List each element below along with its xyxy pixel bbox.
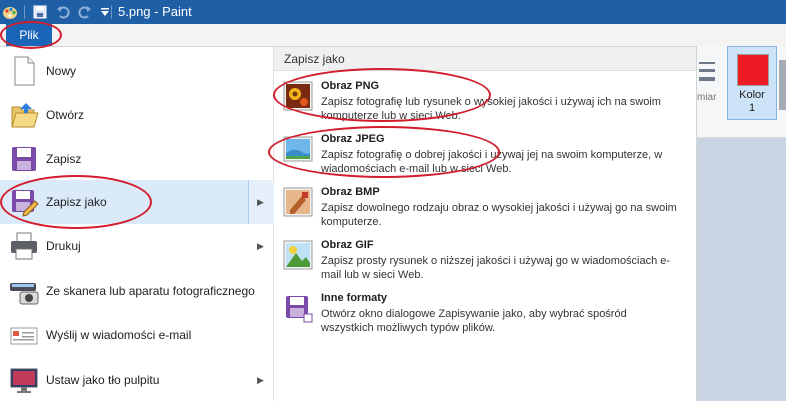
format-name: Obraz GIF xyxy=(321,239,374,251)
menu-item-label: Zapisz xyxy=(46,152,82,166)
menu-item-label: Wyślij w wiadomości e-mail xyxy=(46,328,192,342)
ribbon-tab-bar xyxy=(0,24,786,46)
menu-item-label: Ustaw jako tło pulpitu xyxy=(46,373,160,387)
format-description: Zapisz fotografię o dobrej jakości i uży… xyxy=(321,149,663,175)
email-icon xyxy=(10,327,38,345)
menu-item-print[interactable]: Drukuj ▶ xyxy=(0,224,274,268)
gif-image-icon xyxy=(283,240,313,270)
desktop-background-icon xyxy=(10,368,38,393)
format-description: Zapisz prosty rysunek o niższej jakości … xyxy=(321,255,671,281)
format-item-jpeg[interactable]: Obraz JPEG Zapisz fotografię o dobrej ja… xyxy=(274,133,696,185)
png-image-icon xyxy=(283,81,313,111)
format-description: Zapisz fotografię lub rysunek o wysokiej… xyxy=(321,96,661,122)
menu-item-save[interactable]: Zapisz xyxy=(0,137,274,181)
paint-app-icon[interactable] xyxy=(2,4,18,20)
format-name: Obraz JPEG xyxy=(321,133,385,145)
menu-item-label: Otwórz xyxy=(46,108,85,122)
submenu-arrow-icon: ▶ xyxy=(257,374,264,385)
submenu-header: Zapisz jako xyxy=(274,47,696,71)
color1-label-line1: Kolor xyxy=(739,89,765,101)
format-item-other[interactable]: Inne formaty Otwórz okno dialogowe Zapis… xyxy=(274,292,696,344)
other-formats-icon xyxy=(286,296,313,323)
format-description: Otwórz okno dialogowe Zapisywanie jako, … xyxy=(321,308,627,334)
menu-item-label: Ze skanera lub aparatu fotograficznego xyxy=(46,284,255,298)
file-tab[interactable]: Plik xyxy=(6,24,52,46)
undo-icon[interactable] xyxy=(55,4,71,20)
save-as-submenu: Zapisz jako Obraz PNG Zapisz fotografię … xyxy=(274,47,696,401)
color1-label: Kolor 1 xyxy=(727,89,777,115)
menu-item-set-desktop-background[interactable]: Ustaw jako tło pulpitu ▶ xyxy=(0,358,274,401)
new-document-icon xyxy=(14,56,35,86)
format-item-png[interactable]: Obraz PNG Zapisz fotografię lub rysunek … xyxy=(274,80,696,132)
window-title: 5.png - Paint xyxy=(118,4,192,19)
menu-item-from-scanner[interactable]: Ze skanera lub aparatu fotograficznego xyxy=(0,269,274,313)
size-lines-icon[interactable] xyxy=(699,60,715,84)
file-menu-commands: Nowy Otwórz Zapisz Zapisz jako ▶ Drukuj … xyxy=(0,47,274,401)
format-name: Inne formaty xyxy=(321,292,388,304)
canvas-area xyxy=(697,138,786,401)
save-as-icon xyxy=(12,190,39,217)
submenu-header-label: Zapisz jako xyxy=(284,52,345,66)
color2-partial[interactable] xyxy=(779,60,786,110)
open-folder-icon xyxy=(11,103,39,128)
format-description: Zapisz dowolnego rodzaju obraz o wysokie… xyxy=(321,202,677,228)
printer-icon xyxy=(11,232,37,260)
format-item-bmp[interactable]: Obraz BMP Zapisz dowolnego rodzaju obraz… xyxy=(274,186,696,238)
color1-swatch xyxy=(737,54,769,86)
menu-item-save-as[interactable]: Zapisz jako ▶ xyxy=(0,180,274,224)
file-menu: Nowy Otwórz Zapisz Zapisz jako ▶ Drukuj … xyxy=(0,46,697,401)
submenu-arrow-icon: ▶ xyxy=(257,240,264,251)
menu-item-label: Zapisz jako xyxy=(46,195,107,209)
size-label: miar xyxy=(697,92,717,103)
format-item-gif[interactable]: Obraz GIF Zapisz prosty rysunek o niższe… xyxy=(274,239,696,291)
menu-item-new[interactable]: Nowy xyxy=(0,49,274,93)
menu-item-label: Nowy xyxy=(46,64,77,78)
color1-label-line2: 1 xyxy=(748,102,756,114)
menu-item-open[interactable]: Otwórz xyxy=(0,93,274,137)
menu-item-send-email[interactable]: Wyślij w wiadomości e-mail xyxy=(0,313,274,357)
submenu-arrow-icon: ▶ xyxy=(257,196,264,207)
menu-item-label: Drukuj xyxy=(46,239,81,253)
redo-icon[interactable] xyxy=(77,4,93,20)
save-icon[interactable] xyxy=(32,4,48,20)
format-name: Obraz BMP xyxy=(321,186,380,198)
jpeg-image-icon xyxy=(283,136,313,162)
bmp-image-icon xyxy=(283,187,313,217)
titlebar-separator xyxy=(111,5,112,19)
scanner-camera-icon xyxy=(10,283,39,305)
title-bar: 5.png - Paint xyxy=(0,0,786,24)
format-name: Obraz PNG xyxy=(321,80,380,92)
save-disk-icon xyxy=(12,147,36,171)
titlebar-separator xyxy=(24,5,25,19)
